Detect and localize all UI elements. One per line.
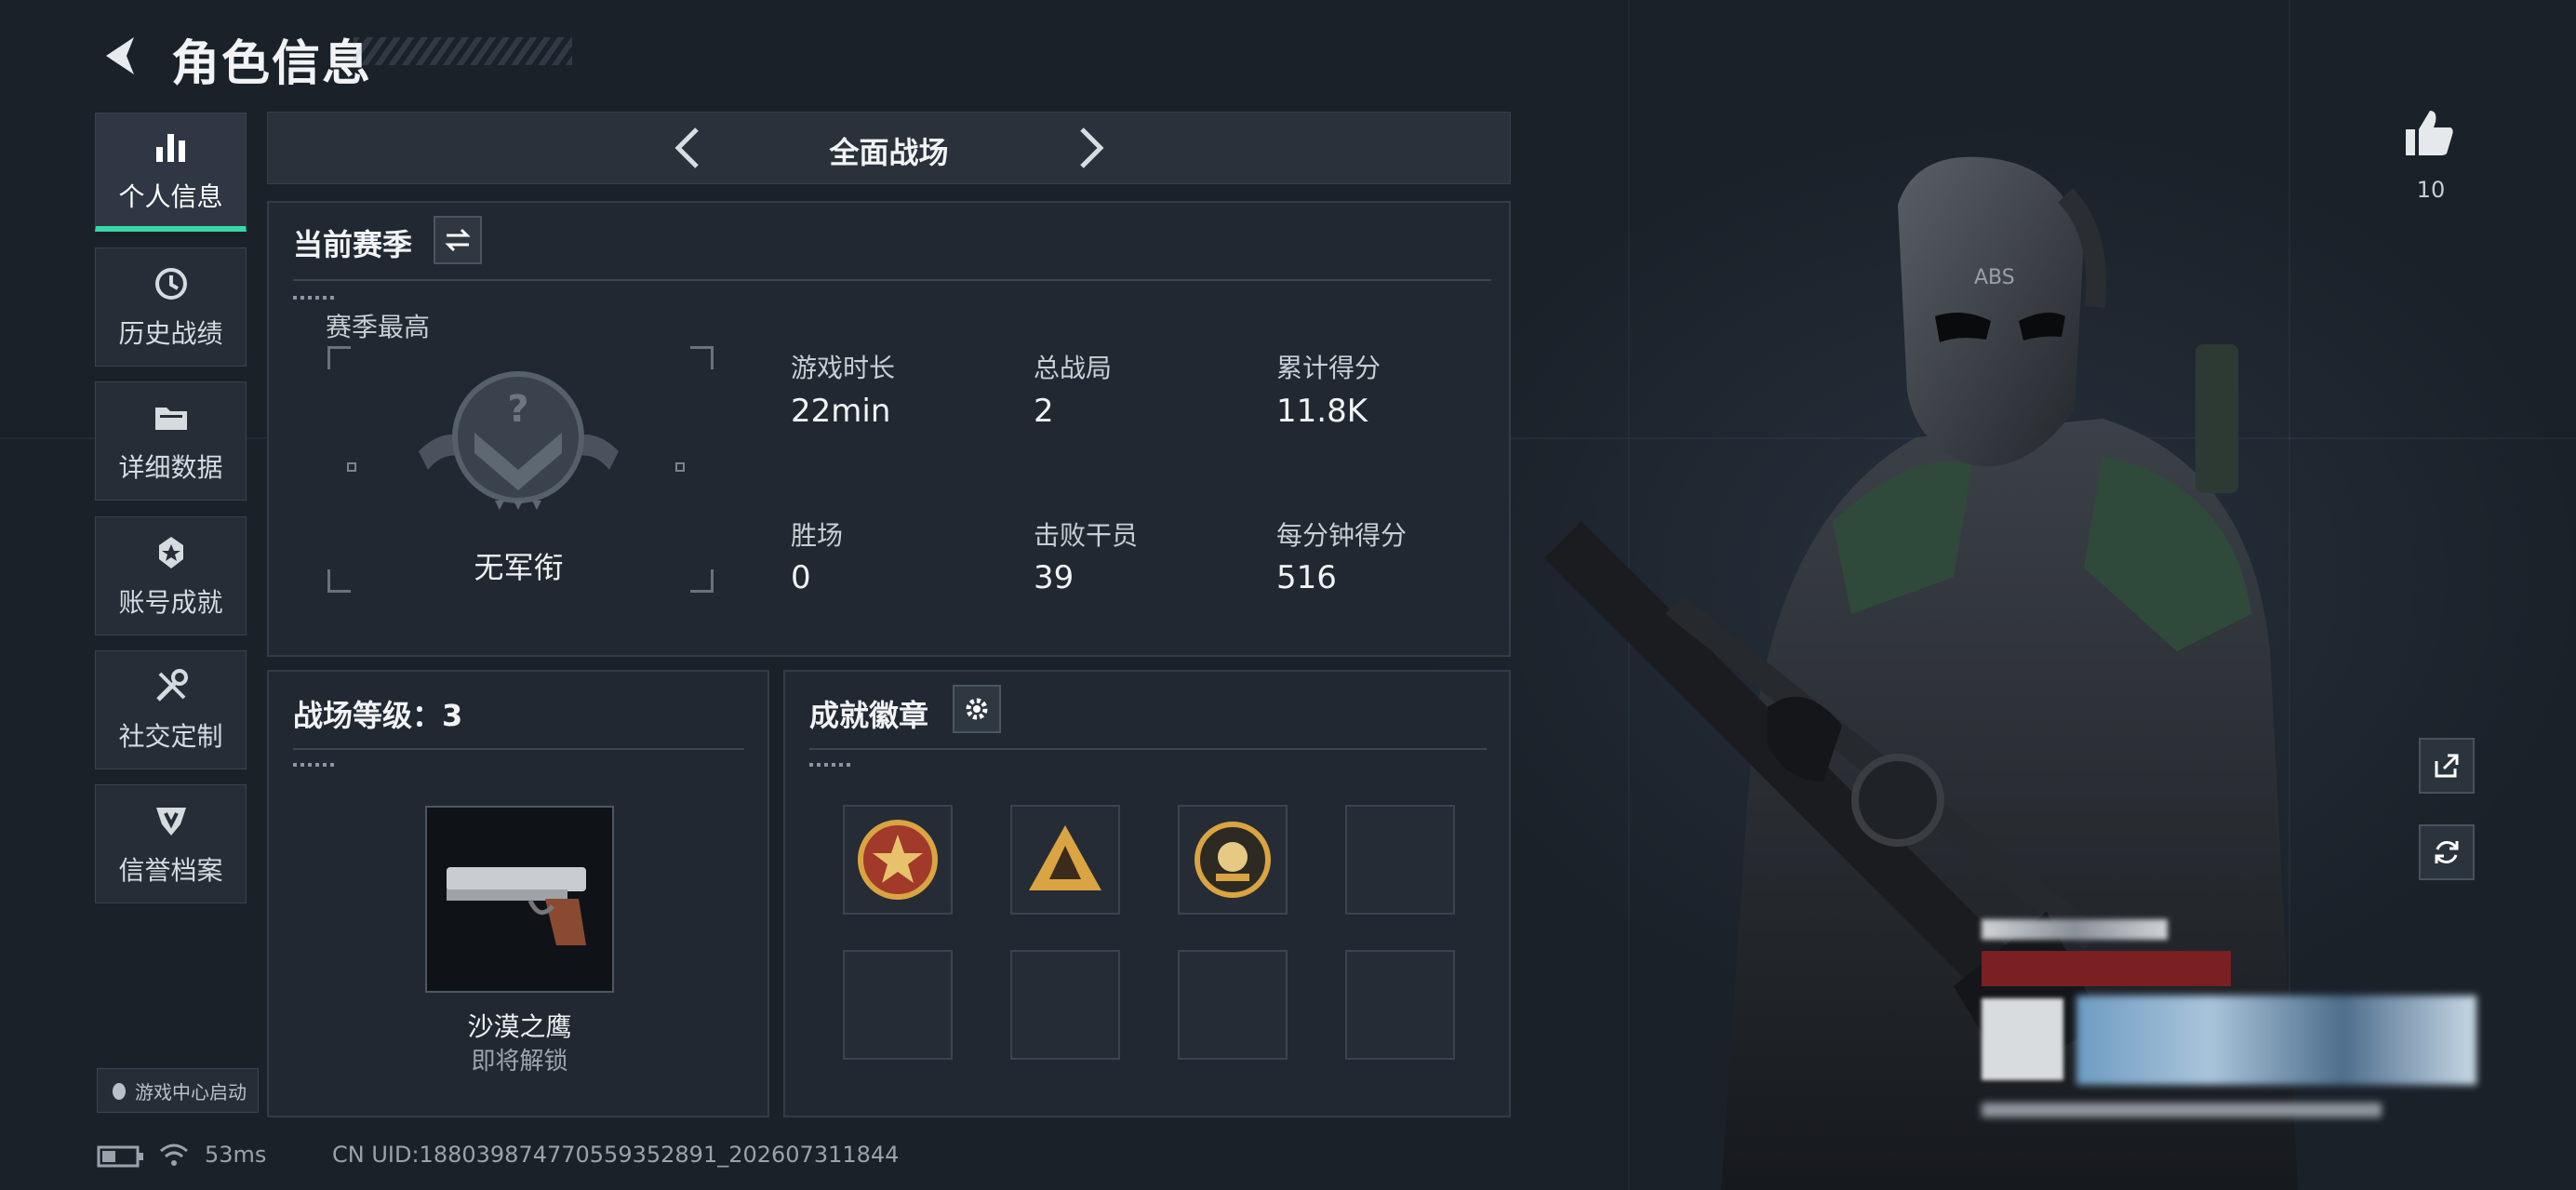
history-clock-icon: [151, 263, 192, 304]
frame-corner: [690, 346, 714, 369]
stat-value-total-score: 11.8K: [1276, 393, 1368, 430]
achievements-settings-button[interactable]: [953, 685, 1001, 733]
stat-label-score-per-minute: 每分钟得分: [1276, 520, 1408, 551]
thumbs-up-icon[interactable]: [2402, 107, 2456, 159]
badge-slot-empty[interactable]: [1010, 950, 1120, 1060]
achievements-title: 成就徽章: [809, 698, 929, 733]
wifi-icon: [160, 1143, 188, 1166]
refresh-icon: [2435, 841, 2459, 863]
badge-slot[interactable]: [1010, 805, 1120, 915]
mode-selector: 全面战场: [267, 112, 1511, 184]
weapon-name: 沙漠之鹰: [467, 1011, 572, 1042]
rank-emblem-icon: ?: [419, 371, 619, 510]
weapon-preview[interactable]: [425, 806, 614, 993]
decor-dots: [809, 763, 854, 767]
frame-corner: [327, 346, 351, 369]
sidebar-item-label: 历史战绩: [118, 318, 223, 349]
stat-label-kills: 击败干员: [1034, 520, 1139, 551]
badge-slot[interactable]: [843, 805, 953, 915]
gear-icon: [966, 698, 988, 720]
blurred-player-name: [1982, 919, 2168, 940]
ping-readout: 53ms: [205, 1142, 267, 1168]
decor-square: [675, 462, 685, 472]
blurred-avatar: [1982, 998, 2063, 1080]
swap-icon: [445, 228, 471, 252]
svg-text:ABS: ABS: [1974, 266, 2015, 289]
sidebar-item-match-history[interactable]: 历史战绩: [95, 247, 247, 367]
stat-label-total-score: 累计得分: [1276, 353, 1381, 383]
decor-dots: [293, 763, 338, 767]
title-decoration: [354, 37, 572, 65]
stat-label-wins: 胜场: [791, 520, 844, 551]
frame-corner: [327, 569, 351, 593]
penguin-icon: [113, 1083, 126, 1100]
shield-badge-icon: [151, 800, 192, 841]
battlefield-level-title: 战场等级：3: [293, 698, 463, 733]
folder-icon: [151, 397, 192, 438]
back-arrow-icon[interactable]: [93, 28, 149, 84]
sidebar-item-detailed-data[interactable]: 详细数据: [95, 381, 247, 501]
season-peak-label: 赛季最高: [326, 312, 431, 342]
decor-dots: [293, 296, 338, 300]
stat-value-total-matches: 2: [1034, 393, 1054, 430]
blurred-rank-bar: [1982, 951, 2231, 986]
triangle-soldier-badge-icon: [1029, 825, 1101, 890]
uid-text: CN UID:1880398747705593528​91_2026073118…: [332, 1142, 900, 1168]
weapon-status: 即将解锁: [471, 1048, 568, 1076]
sidebar-item-credit-profile[interactable]: 信誉档案: [95, 784, 247, 903]
share-button[interactable]: [2419, 738, 2475, 794]
section-divider: [809, 748, 1487, 750]
stat-label-playtime: 游戏时长: [791, 353, 896, 383]
sidebar-item-account-achievements[interactable]: 账号成就: [95, 516, 247, 635]
frame-corner: [690, 569, 714, 593]
pistol-icon: [446, 866, 586, 945]
stat-value-wins: 0: [791, 559, 811, 596]
sidebar-item-label: 账号成就: [118, 587, 223, 618]
rank-name: 无军衔: [474, 550, 564, 585]
mode-label: 全面战场: [829, 135, 949, 170]
section-divider: [293, 748, 744, 750]
stat-value-kills: 39: [1034, 559, 1074, 596]
next-mode-arrow-icon[interactable]: [1063, 122, 1115, 174]
round-gold-badge-icon: [1195, 822, 1271, 898]
page-title: 角色信息: [171, 36, 373, 92]
svg-text:?: ?: [507, 388, 528, 431]
blurred-info-line: [1982, 1103, 2382, 1117]
stat-value-playtime: 22min: [791, 393, 891, 430]
tools-icon: [151, 666, 192, 707]
stat-value-score-per-minute: 516: [1276, 559, 1337, 596]
sidebar-item-label: 信誉档案: [118, 855, 223, 886]
blurred-banner: [2076, 996, 2476, 1085]
like-count: 10: [2416, 177, 2446, 203]
decor-square: [347, 462, 356, 472]
refresh-button[interactable]: [2419, 824, 2475, 880]
battery-icon: [97, 1145, 143, 1168]
section-divider: [293, 279, 1491, 281]
sidebar-item-label: 社交定制: [118, 721, 223, 752]
game-center-launch-button[interactable]: 游戏中心启动: [97, 1068, 259, 1113]
share-icon: [2435, 754, 2459, 778]
star-emblem-badge-icon: [858, 820, 938, 900]
game-center-label: 游戏中心启动: [135, 1080, 247, 1103]
sidebar-item-personal-info[interactable]: 个人信息: [95, 113, 247, 232]
medal-icon: [151, 532, 192, 573]
sidebar-item-social-custom[interactable]: 社交定制: [95, 650, 247, 769]
stat-label-total-matches: 总战局: [1034, 353, 1113, 383]
sidebar-item-label: 详细数据: [118, 452, 223, 483]
badge-slot[interactable]: [1178, 805, 1288, 915]
badge-slot-empty[interactable]: [843, 950, 953, 1060]
sidebar-item-label: 个人信息: [118, 181, 223, 212]
switch-season-button[interactable]: [434, 216, 482, 264]
bar-chart-icon: [151, 127, 192, 167]
season-title: 当前赛季: [293, 227, 413, 262]
badge-slot-empty[interactable]: [1178, 950, 1288, 1060]
